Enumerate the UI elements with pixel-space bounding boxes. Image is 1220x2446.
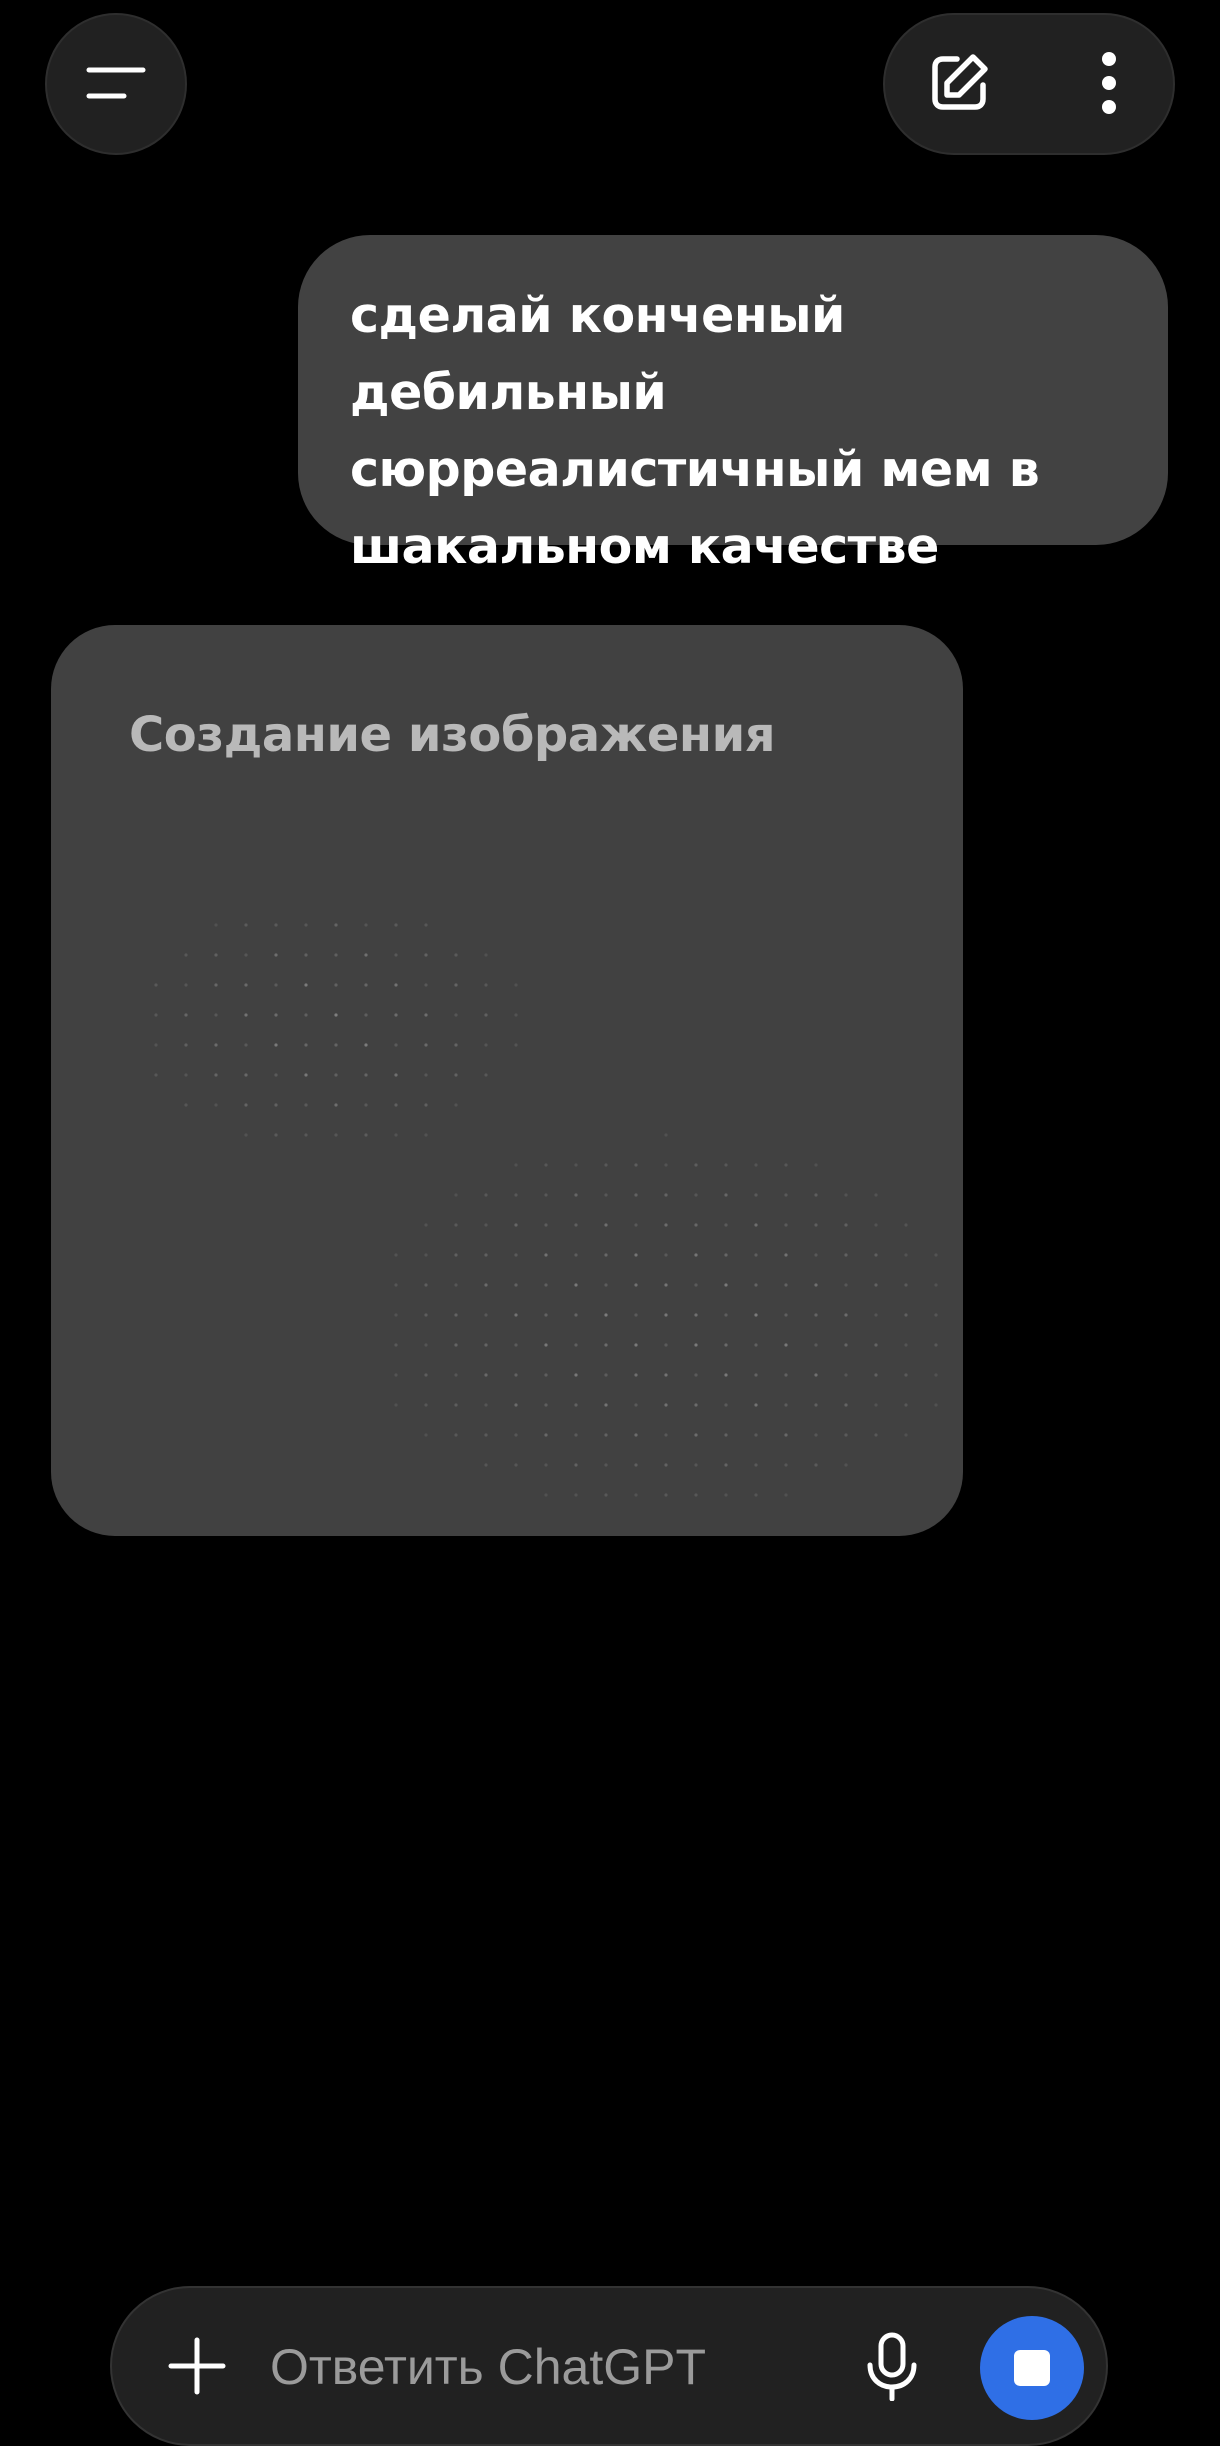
plus-icon: [167, 2336, 227, 2400]
microphone-icon: [864, 2331, 920, 2405]
header-actions: [883, 13, 1175, 155]
user-message-bubble: сделай конченый дебильный сюрреалистичны…: [298, 235, 1168, 575]
message-input[interactable]: Ответить ChatGPT: [270, 2338, 706, 2396]
voice-input-button[interactable]: [852, 2328, 932, 2408]
user-message-text: сделай конченый дебильный сюрреалистичны…: [350, 287, 1040, 575]
message-composer: Ответить ChatGPT: [110, 2286, 1108, 2446]
compose-edit-icon: [927, 51, 991, 119]
stop-generation-button[interactable]: [980, 2316, 1084, 2420]
menu-button[interactable]: [45, 13, 187, 155]
stop-icon: [1014, 2350, 1050, 2386]
image-generation-title: Создание изображения: [129, 707, 776, 763]
vertical-dots-icon: [1099, 51, 1119, 119]
image-generation-card: Создание изображения: [51, 625, 963, 1536]
menu-lines-icon: [86, 64, 146, 104]
new-chat-button[interactable]: [923, 49, 995, 121]
more-options-button[interactable]: [1073, 49, 1145, 121]
add-attachment-button[interactable]: [157, 2328, 237, 2408]
